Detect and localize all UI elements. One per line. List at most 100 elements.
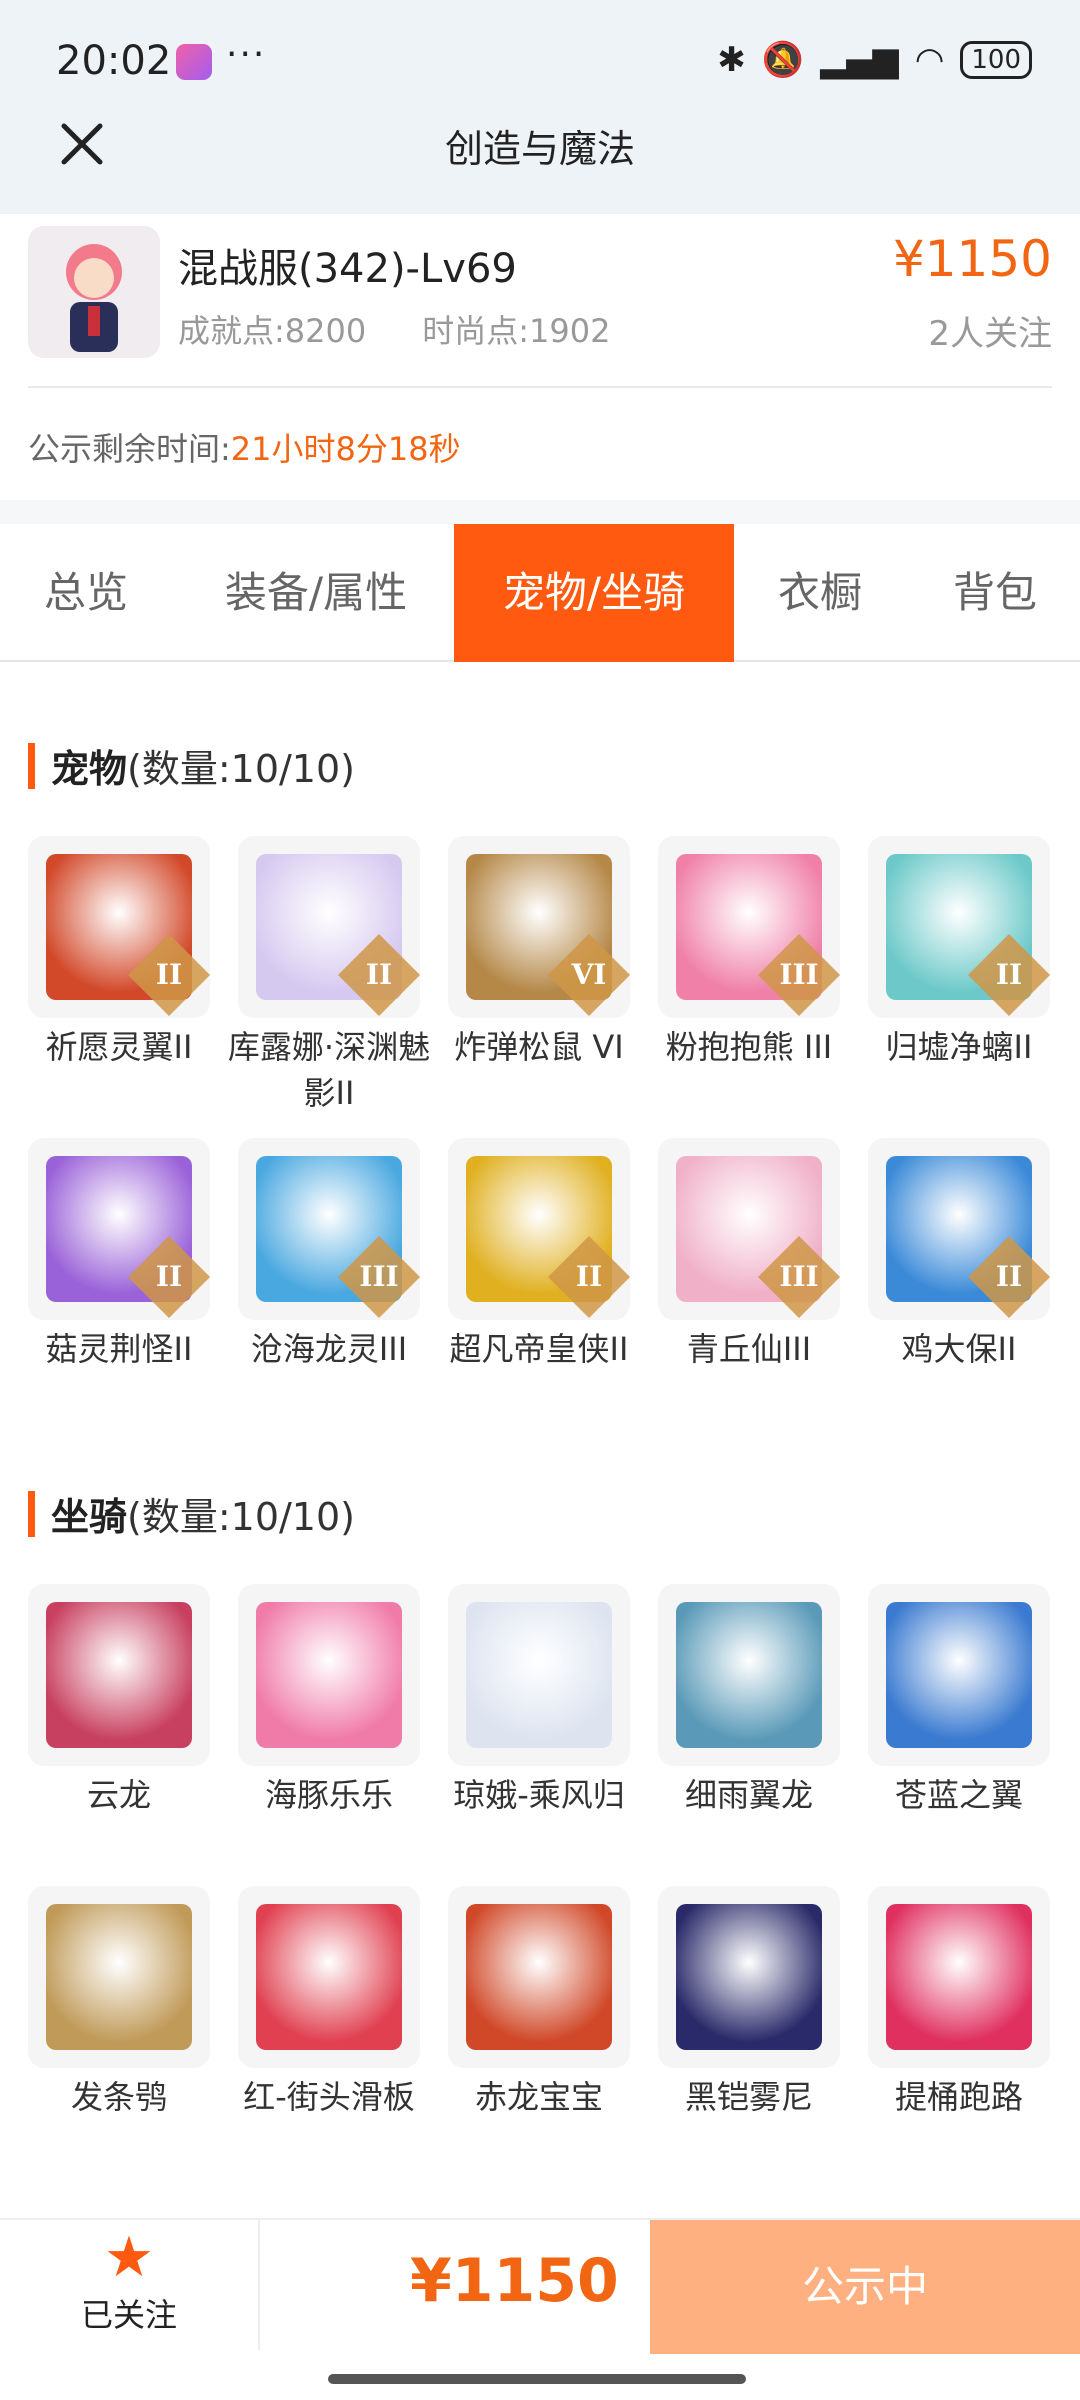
tab-pets-mounts[interactable]: 宠物/坐骑 xyxy=(454,524,734,662)
rank-label: II xyxy=(155,958,183,991)
item-art xyxy=(256,1904,402,2050)
pet-item[interactable]: III 粉抱抱熊 III xyxy=(658,836,840,1070)
rank-label: II xyxy=(575,1260,603,1293)
role-avatar xyxy=(28,226,160,358)
pet-item[interactable]: III 沧海龙灵III xyxy=(238,1138,420,1372)
pet-item[interactable]: II 超凡帝皇侠II xyxy=(448,1138,630,1372)
tab-backpack[interactable]: 背包 xyxy=(930,524,1060,662)
mount-image xyxy=(238,1886,420,2068)
rank-label: II xyxy=(155,1260,183,1293)
mount-item[interactable]: 赤龙宝宝 xyxy=(448,1886,630,2120)
mounts-section-title: 坐骑 (数量:10/10) xyxy=(28,1486,355,1541)
bottom-price: ¥1150 xyxy=(410,2246,619,2316)
mount-image xyxy=(448,1584,630,1766)
status-time: 20:02 xyxy=(56,38,172,84)
pet-image: III xyxy=(238,1138,420,1320)
mount-item[interactable]: 黑铠雾尼 xyxy=(658,1886,840,2120)
countdown-value: 21小时8分18秒 xyxy=(230,430,461,468)
tab-overview[interactable]: 总览 xyxy=(16,524,156,662)
pets-section-title: 宠物 (数量:10/10) xyxy=(28,738,355,793)
pet-item[interactable]: VI 炸弹松鼠 VI xyxy=(448,836,630,1070)
item-art xyxy=(46,1602,192,1748)
star-icon: ★ xyxy=(103,2225,155,2290)
item-label: 赤龙宝宝 xyxy=(474,2078,603,2116)
battery-icon: 100 xyxy=(960,41,1032,79)
divider xyxy=(28,386,1052,388)
rank-label: III xyxy=(359,1260,399,1293)
more-notifications-icon: ··· xyxy=(226,34,267,75)
publicity-status-button[interactable]: 公示中 xyxy=(650,2220,1080,2354)
pet-item[interactable]: II 归墟净螭II xyxy=(868,836,1050,1070)
item-label: 粉抱抱熊 III xyxy=(665,1028,833,1066)
rank-label: III xyxy=(779,958,819,991)
pet-item[interactable]: II 祈愿灵翼II xyxy=(28,836,210,1070)
tab-wardrobe[interactable]: 衣橱 xyxy=(760,524,880,662)
mount-image xyxy=(448,1886,630,2068)
mount-item[interactable]: 琼娥-乘风归 xyxy=(448,1584,630,1818)
mount-image xyxy=(28,1584,210,1766)
item-art xyxy=(886,1602,1032,1748)
section-gap xyxy=(0,500,1080,524)
app-notification-icon xyxy=(176,44,212,80)
pet-image: VI xyxy=(448,836,630,1018)
mount-item[interactable]: 红-街头滑板 xyxy=(238,1886,420,2120)
mount-image xyxy=(868,1584,1050,1766)
mount-image xyxy=(238,1584,420,1766)
mute-icon: 🔕 xyxy=(761,40,805,80)
mount-item[interactable]: 云龙 xyxy=(28,1584,210,1818)
mount-image xyxy=(658,1584,840,1766)
bottom-bar: ★ 已关注 ¥1150 公示中 xyxy=(0,2218,1080,2400)
item-label: 沧海龙灵III xyxy=(250,1330,408,1368)
mount-item[interactable]: 细雨翼龙 xyxy=(658,1584,840,1818)
item-label: 红-街头滑板 xyxy=(243,2078,415,2116)
fashion-points: 时尚点:1902 xyxy=(422,312,611,350)
section-marker xyxy=(28,1490,35,1537)
item-art xyxy=(466,1904,612,2050)
pet-item[interactable]: III 青丘仙III xyxy=(658,1138,840,1372)
item-label: 细雨翼龙 xyxy=(684,1776,813,1814)
mount-item[interactable]: 发条鸮 xyxy=(28,1886,210,2120)
item-label: 鸡大保II xyxy=(901,1330,1017,1368)
item-art xyxy=(466,1602,612,1748)
pet-image: III xyxy=(658,1138,840,1320)
countdown-label: 公示剩余时间: xyxy=(28,430,231,468)
role-name: 混战服(342)-Lv69 xyxy=(178,246,517,292)
mount-item[interactable]: 提桶跑路 xyxy=(868,1886,1050,2120)
bluetooth-icon: ✱ xyxy=(717,40,746,80)
pet-image: II xyxy=(28,1138,210,1320)
item-label: 云龙 xyxy=(86,1776,151,1814)
section-count: (数量:10/10) xyxy=(127,1495,355,1539)
item-label: 祈愿灵翼II xyxy=(45,1028,193,1066)
item-label: 提桶跑路 xyxy=(894,2078,1023,2116)
item-label: 青丘仙III xyxy=(686,1330,812,1368)
item-label: 归墟净螭II xyxy=(885,1028,1033,1066)
item-label: 库露娜·深渊魅影II xyxy=(227,1028,431,1112)
item-label: 菇灵荆怪II xyxy=(45,1330,193,1368)
item-label: 发条鸮 xyxy=(70,2078,167,2116)
tab-equipment[interactable]: 装备/属性 xyxy=(196,524,436,662)
item-label: 炸弹松鼠 VI xyxy=(454,1028,624,1066)
mount-item[interactable]: 海豚乐乐 xyxy=(238,1584,420,1818)
item-art xyxy=(886,1904,1032,2050)
pet-image: III xyxy=(658,836,840,1018)
mount-item[interactable]: 苍蓝之翼 xyxy=(868,1584,1050,1818)
pet-image: II xyxy=(868,836,1050,1018)
section-name: 坐骑 xyxy=(51,1495,128,1539)
item-label: 苍蓝之翼 xyxy=(894,1776,1023,1814)
role-meta: 成就点:8200 时尚点:1902 xyxy=(178,306,610,352)
tab-bar: 总览 装备/属性 宠物/坐骑 衣橱 背包 xyxy=(0,524,1080,662)
follow-label: 已关注 xyxy=(80,2296,177,2334)
item-art xyxy=(676,1602,822,1748)
home-indicator[interactable] xyxy=(328,2374,746,2384)
rank-label: II xyxy=(365,958,393,991)
mount-image xyxy=(868,1886,1050,2068)
mount-image xyxy=(658,1886,840,2068)
section-name: 宠物 xyxy=(51,747,128,791)
pet-item[interactable]: II 鸡大保II xyxy=(868,1138,1050,1372)
pet-item[interactable]: II 菇灵荆怪II xyxy=(28,1138,210,1372)
pet-item[interactable]: II 库露娜·深渊魅影II xyxy=(228,836,430,1116)
rank-label: III xyxy=(779,1260,819,1293)
item-label: 超凡帝皇侠II xyxy=(449,1330,629,1368)
follow-button[interactable]: ★ 已关注 xyxy=(0,2220,258,2350)
item-label: 黑铠雾尼 xyxy=(684,2078,813,2116)
